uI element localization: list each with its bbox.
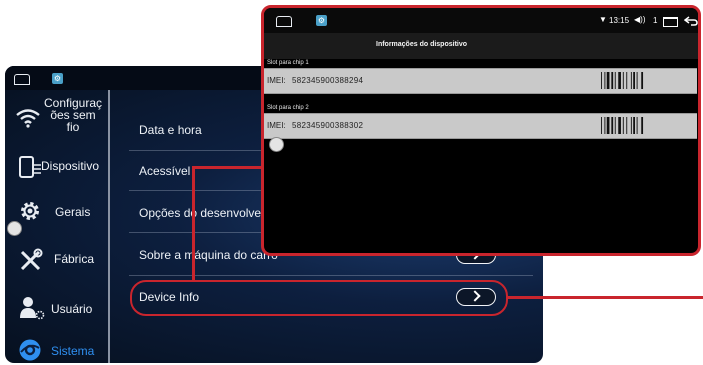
system-icon xyxy=(19,339,41,361)
sidebar-item-factory[interactable]: Fábrica xyxy=(5,242,108,282)
barcode-icon xyxy=(601,72,644,89)
device-info-highlight xyxy=(130,280,508,316)
volume-value: 1 xyxy=(653,16,658,25)
floating-assist-button[interactable] xyxy=(269,137,284,152)
sidebar-item-label: fio xyxy=(66,120,80,134)
sidebar-item-label: Gerais xyxy=(55,205,91,219)
sidebar-item-system[interactable]: Sistema xyxy=(5,334,108,363)
home-icon[interactable] xyxy=(14,74,30,85)
tools-icon xyxy=(20,248,43,271)
sidebar-item-wireless[interactable]: Configuraç ões sem fio xyxy=(5,94,108,152)
menu-item-label: Acessível xyxy=(139,164,191,178)
sidebar-divider xyxy=(108,90,110,363)
callout-connector-horizontal xyxy=(192,166,264,169)
imei-row-slot-1: IMEI: 582345900388294 xyxy=(264,68,697,94)
page-title: Informações do dispositivo xyxy=(376,41,468,48)
wifi-icon xyxy=(16,109,40,128)
divider xyxy=(129,275,533,276)
sidebar-item-label: Sistema xyxy=(51,344,95,358)
menu-item-label: Opções do desenvolvedor xyxy=(139,206,279,220)
menu-item-label: Data e hora xyxy=(139,123,202,137)
settings-app-icon: ⚙ xyxy=(316,15,327,26)
sidebar-item-user[interactable]: Usuário xyxy=(5,288,108,328)
callout-connector-vertical xyxy=(192,168,195,281)
sidebar-item-label: Dispositivo xyxy=(40,159,100,173)
sidebar-item-label: Usuário xyxy=(51,302,93,316)
sidebar-item-device[interactable]: Dispositivo xyxy=(5,148,108,188)
floating-assist-button[interactable] xyxy=(7,221,22,236)
back-icon[interactable] xyxy=(684,16,698,26)
recent-apps-icon[interactable] xyxy=(663,17,678,27)
callout-pointer-line xyxy=(508,296,703,299)
settings-app-icon: ⚙ xyxy=(52,73,63,84)
sidebar-item-label: Fábrica xyxy=(54,252,95,266)
clock: 13:15 xyxy=(609,16,630,25)
device-info-screen: ⚙ ▼ 13:15 ◀)) 1 Informações do dispositi… xyxy=(261,5,701,256)
volume-icon: ◀)) xyxy=(634,15,646,24)
imei-key: IMEI: xyxy=(267,121,286,130)
gear-icon xyxy=(21,202,39,220)
imei-value: 582345900388294 xyxy=(292,76,364,85)
status-bar: ⚙ ▼ 13:15 ◀)) 1 xyxy=(264,8,698,33)
imei-row-slot-2: IMEI: 582345900388302 xyxy=(264,113,697,139)
imei-value: 582345900388302 xyxy=(292,121,364,130)
home-icon[interactable] xyxy=(276,16,292,27)
menu-item-label: Sobre a máquina do carro xyxy=(139,248,278,262)
imei-key: IMEI: xyxy=(267,76,286,85)
slot-1-label: Slot para chip 1 xyxy=(267,60,309,66)
slot-2-label: Slot para chip 2 xyxy=(267,105,309,111)
barcode-icon xyxy=(601,117,644,134)
user-icon xyxy=(20,297,45,320)
title-bar: Informações do dispositivo xyxy=(264,33,698,59)
wifi-signal-icon: ▼ xyxy=(599,15,607,24)
